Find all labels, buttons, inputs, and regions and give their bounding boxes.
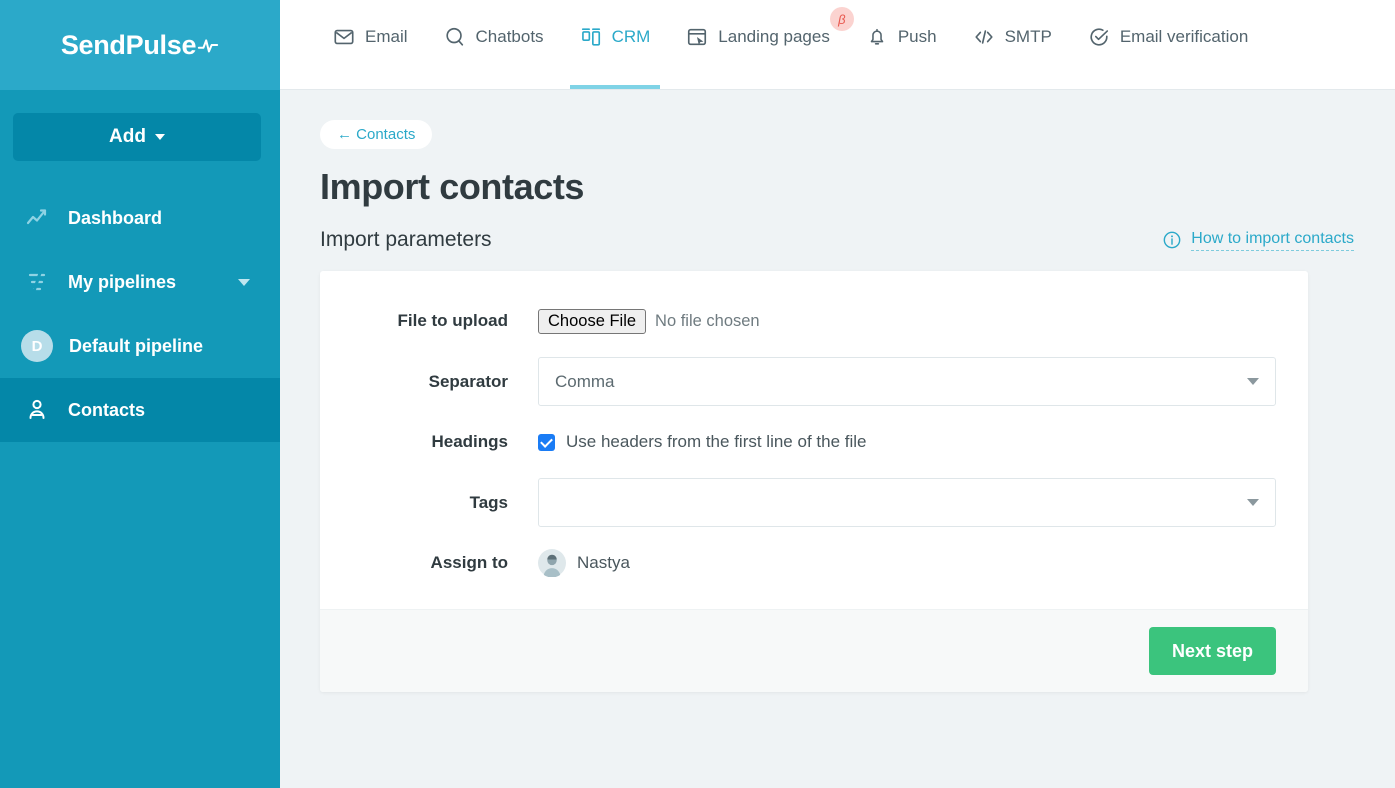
section-title: Import parameters xyxy=(320,228,492,252)
next-step-button[interactable]: Next step xyxy=(1149,627,1276,675)
code-icon xyxy=(973,26,995,48)
control-assign-to: Nastya xyxy=(538,549,1276,577)
label-assign-to: Assign to xyxy=(320,553,538,573)
control-file-to-upload: Choose File No file chosen xyxy=(538,309,1276,334)
nav-item-email[interactable]: Email xyxy=(315,0,426,89)
chevron-down-icon[interactable] xyxy=(238,279,250,286)
form-row-separator: Separator Comma xyxy=(320,357,1276,406)
nav-label-push: Push xyxy=(898,26,937,48)
sidebar-item-default-pipeline[interactable]: D Default pipeline xyxy=(0,314,280,378)
info-icon xyxy=(1162,230,1182,250)
card-footer: Next step xyxy=(320,609,1308,692)
nav-item-crm[interactable]: CRM xyxy=(562,0,669,89)
file-input[interactable]: Choose File No file chosen xyxy=(538,309,760,334)
form-row-file-to-upload: File to upload Choose File No file chose… xyxy=(320,297,1276,345)
use-headers-checkbox-label: Use headers from the first line of the f… xyxy=(566,432,866,452)
section-header-row: Import parameters How to import contacts xyxy=(320,228,1355,252)
breadcrumb-back-to-contacts[interactable]: ← Contacts xyxy=(320,120,432,149)
import-parameters-card: File to upload Choose File No file chose… xyxy=(320,271,1308,692)
chevron-down-icon xyxy=(1247,378,1259,385)
sidebar-label-dashboard: Dashboard xyxy=(68,208,162,229)
nav-label-email-verification: Email verification xyxy=(1120,26,1249,48)
form-row-tags: Tags xyxy=(320,478,1276,527)
control-separator: Comma xyxy=(538,357,1276,406)
pipeline-avatar-wrap: D xyxy=(21,330,53,362)
sidebar-label-contacts: Contacts xyxy=(68,400,145,421)
sidebar-item-dashboard[interactable]: Dashboard xyxy=(0,186,280,250)
chevron-down-icon xyxy=(1247,499,1259,506)
separator-selected-value: Comma xyxy=(555,372,615,392)
nav-label-smtp: SMTP xyxy=(1005,26,1052,48)
nav-item-email-verification[interactable]: Email verification xyxy=(1070,0,1267,89)
kanban-icon xyxy=(580,26,602,48)
pulse-icon xyxy=(197,32,219,58)
pipeline-avatar: D xyxy=(21,330,53,362)
logo-label: SendPulse xyxy=(61,30,196,61)
top-bar: SendPulse Email Chatbots xyxy=(0,0,1395,90)
tags-select[interactable] xyxy=(538,478,1276,527)
sidebar-label-default-pipeline: Default pipeline xyxy=(69,336,203,357)
nav-item-smtp[interactable]: SMTP xyxy=(955,0,1070,89)
nav-item-landing-pages[interactable]: Landing pages β xyxy=(668,0,848,89)
assignee-name: Nastya xyxy=(577,553,630,573)
nav-label-crm: CRM xyxy=(612,26,651,48)
sidebar-item-contacts[interactable]: Contacts xyxy=(0,378,280,442)
assignee[interactable]: Nastya xyxy=(538,549,630,577)
label-tags: Tags xyxy=(320,493,538,513)
import-form: File to upload Choose File No file chose… xyxy=(320,271,1308,609)
use-headers-checkbox[interactable] xyxy=(538,434,555,451)
label-file-to-upload: File to upload xyxy=(320,311,538,331)
nav-item-push[interactable]: Push xyxy=(848,0,955,89)
control-tags xyxy=(538,478,1276,527)
nav-item-chatbots[interactable]: Chatbots xyxy=(426,0,562,89)
file-chosen-status: No file chosen xyxy=(655,312,760,331)
pipeline-icon xyxy=(22,270,52,294)
chevron-down-icon xyxy=(155,134,165,140)
bell-icon xyxy=(866,26,888,48)
use-headers-checkbox-row[interactable]: Use headers from the first line of the f… xyxy=(538,432,866,452)
top-navigation: Email Chatbots CRM Landing xyxy=(280,0,1395,89)
logo-text-wrap: SendPulse xyxy=(61,30,219,61)
separator-select[interactable]: Comma xyxy=(538,357,1276,406)
help-link-label: How to import contacts xyxy=(1191,230,1354,251)
label-separator: Separator xyxy=(320,372,538,392)
user-avatar-icon xyxy=(538,549,566,577)
label-headings: Headings xyxy=(320,432,538,452)
form-row-assign-to: Assign to Nastya xyxy=(320,539,1276,587)
sidebar-label-my-pipelines: My pipelines xyxy=(68,272,176,293)
check-circle-icon xyxy=(1088,26,1110,48)
envelope-icon xyxy=(333,26,355,48)
add-button[interactable]: Add xyxy=(13,113,261,161)
how-to-import-contacts-link[interactable]: How to import contacts xyxy=(1162,230,1354,251)
page-title: Import contacts xyxy=(320,166,1355,208)
form-row-headings: Headings Use headers from the first line… xyxy=(320,418,1276,466)
chart-line-icon xyxy=(22,206,52,230)
landing-page-icon xyxy=(686,26,708,48)
nav-label-chatbots: Chatbots xyxy=(476,26,544,48)
contacts-icon xyxy=(22,398,52,422)
chat-bubble-icon xyxy=(444,26,466,48)
choose-file-button[interactable]: Choose File xyxy=(538,309,646,334)
nav-label-email: Email xyxy=(365,26,408,48)
sidebar-item-my-pipelines[interactable]: My pipelines xyxy=(0,250,280,314)
sidebar: Add Dashboard My pipelines D Defaul xyxy=(0,90,280,788)
sendpulse-logo[interactable]: SendPulse xyxy=(0,0,280,90)
nav-label-landing-pages: Landing pages xyxy=(718,26,830,48)
main-content: ← Contacts Import contacts Import parame… xyxy=(280,90,1395,788)
add-button-label: Add xyxy=(109,126,146,148)
control-headings: Use headers from the first line of the f… xyxy=(538,432,1276,452)
